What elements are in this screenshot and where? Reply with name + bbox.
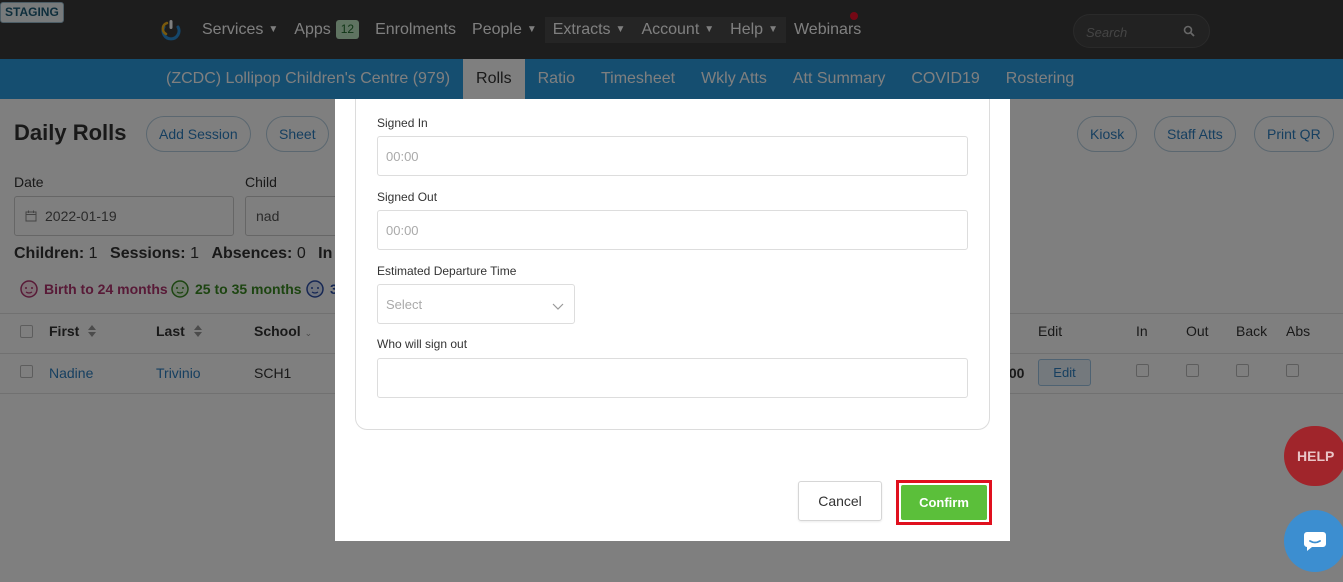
sign-in-out-modal: Signed In Signed Out Estimated Departure… [335,99,1010,541]
modal-form-panel: Signed In Signed Out Estimated Departure… [355,99,990,430]
signed-out-label: Signed Out [377,190,438,204]
confirm-button[interactable]: Confirm [901,485,987,520]
signed-in-label: Signed In [377,116,428,130]
cancel-button[interactable]: Cancel [798,481,882,521]
chat-floating-button[interactable] [1284,510,1343,572]
who-will-sign-out-input[interactable] [377,358,968,398]
departure-time-placeholder: Select [386,297,423,312]
signed-in-input[interactable] [377,136,968,176]
chevron-down-icon [552,303,564,310]
help-floating-button[interactable]: HELP [1284,426,1343,486]
signed-out-input[interactable] [377,210,968,250]
departure-time-label: Estimated Departure Time [377,264,517,278]
chat-icon [1304,532,1326,551]
who-will-sign-out-label: Who will sign out [377,337,468,351]
confirm-highlight-box: Confirm [896,480,992,525]
departure-time-select[interactable]: Select [377,284,575,324]
